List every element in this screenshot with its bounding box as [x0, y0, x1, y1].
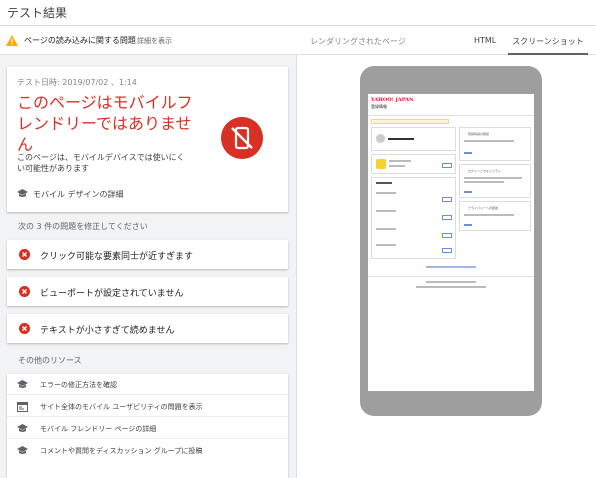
page-screenshot: YAHOO! JAPAN 登録情報 登録情報の確認 ログインとセキュリティ プラ… — [368, 94, 534, 391]
preview-notice — [371, 119, 449, 124]
preview-side-box: ログインとセキュリティ — [459, 164, 531, 198]
preview-line — [388, 138, 414, 140]
preview-side-title: 登録情報の確認 — [468, 132, 490, 136]
test-date: テスト日時: 2019/07/02 、1:14 — [17, 78, 137, 87]
resource-item[interactable]: モバイル フレンドリー ページの詳細 — [7, 418, 288, 439]
issues-heading: 次の 3 件の問題を修正してください — [18, 222, 148, 231]
preview-card-image — [376, 159, 386, 169]
preview-button — [442, 197, 452, 202]
issue-label: ビューポートが設定されていません — [40, 289, 184, 299]
preview-line — [464, 140, 514, 142]
preview-line — [464, 181, 504, 183]
web-icon — [17, 402, 28, 412]
preview-line — [464, 224, 472, 226]
preview-line — [376, 210, 396, 212]
school-icon — [17, 189, 28, 197]
issue-label: テキストが小さすぎて読めません — [40, 326, 175, 336]
resource-label: サイト全体のモバイル ユーザビリティの問題を表示 — [40, 403, 203, 411]
preview-nav — [368, 110, 534, 116]
error-icon — [19, 249, 30, 260]
resource-label: エラーの修正方法を確認 — [40, 381, 117, 389]
preview-line — [426, 266, 476, 268]
resource-label: コメントや質問をディスカッション グループに投稿 — [40, 447, 203, 455]
tab-html[interactable]: HTML — [474, 36, 496, 45]
rendered-page-panel: レンダリングされたページ HTML スクリーンショット YAHOO! JAPAN… — [298, 27, 596, 478]
preview-line — [376, 192, 396, 194]
preview-line — [376, 228, 396, 230]
resource-item[interactable]: サイト全体のモバイル ユーザビリティの問題を表示 — [7, 396, 288, 417]
school-icon — [17, 424, 28, 432]
preview-footer-divider — [368, 276, 534, 277]
result-headline: このページはモバイルフレンドリーではありません — [17, 93, 193, 154]
active-tab-indicator — [508, 53, 588, 55]
preview-side-box: プライバシーへの配慮 — [459, 201, 531, 231]
preview-button — [442, 248, 452, 253]
yahoo-logo: YAHOO! JAPAN — [371, 97, 414, 103]
issue-item[interactable]: テキストが小さすぎて読めません — [7, 314, 288, 343]
preview-services-box — [371, 177, 456, 259]
preview-line — [416, 286, 486, 288]
resources-heading: その他のリソース — [18, 356, 82, 365]
results-panel: ページの読み込みに関する問題 詳細を表示 テスト日時: 2019/07/02 、… — [0, 27, 297, 478]
rendered-page-header: レンダリングされたページ HTML スクリーンショット — [298, 27, 596, 55]
result-description: このページは、モバイルデバイスでは使いにくい可能性があります — [17, 153, 185, 173]
preview-line — [376, 182, 392, 184]
rendered-page-label: レンダリングされたページ — [310, 37, 406, 46]
phone-frame: YAHOO! JAPAN 登録情報 登録情報の確認 ログインとセキュリティ プラ… — [360, 66, 542, 416]
preview-avatar — [376, 134, 385, 143]
resource-item[interactable]: コメントや質問をディスカッション グループに投稿 — [7, 440, 288, 461]
result-card: テスト日時: 2019/07/02 、1:14 このページはモバイルフレンドリー… — [7, 67, 288, 212]
preview-line — [389, 165, 405, 167]
loading-warning-bar: ページの読み込みに関する問題 詳細を表示 — [0, 27, 297, 55]
warning-text: ページの読み込みに関する問題 — [24, 36, 136, 45]
title-bar: テスト結果 — [0, 0, 596, 26]
preview-line — [464, 177, 522, 179]
preview-line — [464, 191, 472, 193]
error-icon — [19, 286, 30, 297]
preview-button — [442, 163, 452, 168]
preview-side-title: プライバシーへの配慮 — [468, 206, 498, 210]
school-icon — [17, 380, 28, 388]
page-title: テスト結果 — [7, 6, 68, 20]
preview-profile-box — [371, 127, 456, 151]
preview-line — [389, 160, 411, 162]
mobile-design-label: モバイル デザインの詳細 — [33, 190, 124, 199]
preview-line — [426, 281, 476, 283]
preview-line — [464, 214, 514, 216]
preview-line — [376, 244, 396, 246]
tab-screenshot[interactable]: スクリーンショット — [510, 36, 586, 47]
resource-label: モバイル フレンドリー ページの詳細 — [40, 425, 157, 433]
preview-button — [442, 233, 452, 238]
issue-item[interactable]: ビューポートが設定されていません — [7, 277, 288, 306]
preview-side-box: 登録情報の確認 — [459, 127, 531, 161]
school-icon — [17, 446, 28, 454]
resources-card: エラーの修正方法を確認 サイト全体のモバイル ユーザビリティの問題を表示 モバイ… — [7, 374, 288, 478]
not-mobile-friendly-icon — [221, 117, 263, 159]
resource-item[interactable]: エラーの修正方法を確認 — [7, 374, 288, 395]
warning-icon — [6, 35, 18, 46]
issue-label: クリック可能な要素同士が近すぎます — [40, 252, 194, 262]
preview-line — [464, 152, 472, 154]
issue-item[interactable]: クリック可能な要素同士が近すぎます — [7, 240, 288, 269]
preview-card-box — [371, 154, 456, 174]
show-details-link[interactable]: 詳細を表示 — [137, 36, 172, 46]
preview-button — [442, 215, 452, 220]
error-icon — [19, 323, 30, 334]
preview-side-title: ログインとセキュリティ — [468, 169, 501, 173]
